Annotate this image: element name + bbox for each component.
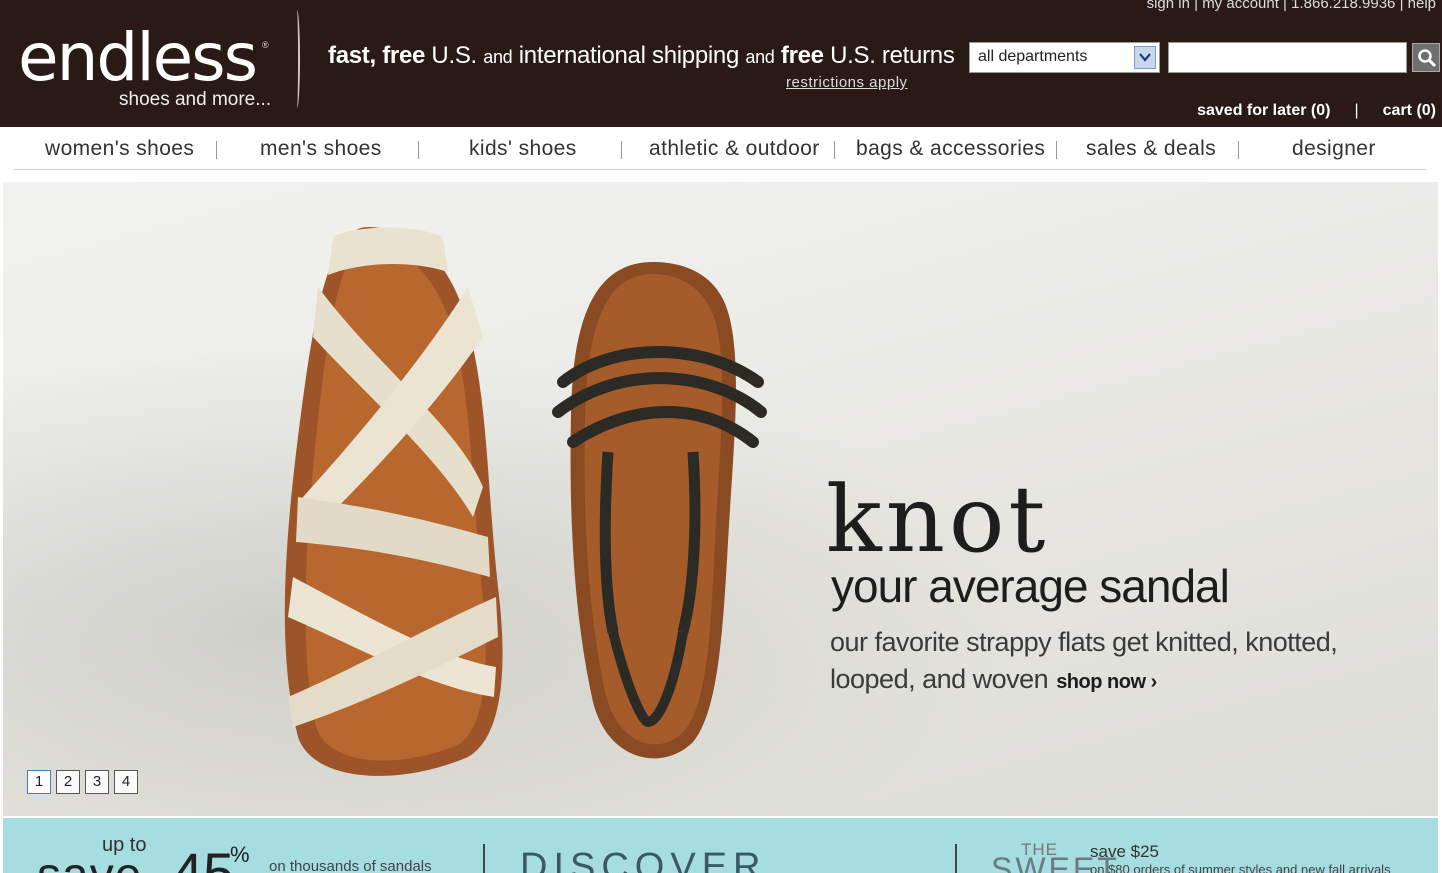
endless-logo[interactable]: endless ® shoes and more...: [18, 22, 278, 112]
util-separator: |: [1189, 0, 1203, 12]
shop-now-link[interactable]: shop now ›: [1056, 671, 1157, 693]
nav-mens-shoes[interactable]: men's shoes: [260, 137, 382, 161]
logo-divider: [294, 10, 300, 108]
pager-button-1[interactable]: 1: [27, 770, 51, 794]
shipping-promo: fast, free U.S. and international shippi…: [328, 42, 955, 70]
nav-separator: [418, 141, 419, 159]
promo-us: U.S.: [425, 42, 484, 69]
promo-save: save: [37, 848, 142, 873]
util-separator: |: [1395, 0, 1408, 12]
nav-kids-shoes[interactable]: kids' shoes: [469, 137, 577, 161]
nav-separator: [621, 141, 622, 159]
account-links: saved for later (0) | cart (0): [1197, 102, 1436, 120]
logo-wordmark: endless: [18, 19, 258, 96]
sandal-image-cream: [284, 227, 503, 776]
promo-and-2: and: [745, 47, 775, 67]
nav-sales-deals[interactable]: sales & deals: [1086, 137, 1216, 161]
pager-button-3[interactable]: 3: [85, 770, 109, 794]
promo-free: free: [774, 42, 824, 69]
main-nav: women's shoes men's shoes kids' shoes at…: [14, 131, 1426, 170]
logo-registered-mark: ®: [262, 40, 269, 50]
phone-number: 1.866.218.9936: [1291, 0, 1396, 12]
chevron-down-icon[interactable]: [1134, 46, 1156, 69]
hero-title: knot: [826, 466, 1050, 573]
promo-divider: [955, 844, 957, 873]
my-account-link[interactable]: my account: [1202, 0, 1279, 12]
nav-athletic-outdoor[interactable]: athletic & outdoor: [649, 137, 820, 161]
search-button[interactable]: [1412, 43, 1440, 72]
promo-save-25: save $25: [1090, 842, 1159, 861]
nav-separator: [216, 141, 217, 159]
account-separator: |: [1354, 102, 1359, 119]
help-link[interactable]: help: [1408, 0, 1436, 12]
promo-and: and: [483, 47, 513, 67]
promo-international: international shipping: [512, 42, 746, 69]
nav-separator: [1056, 141, 1057, 159]
sign-in-link[interactable]: sign in: [1147, 0, 1190, 12]
nav-bags-accessories[interactable]: bags & accessories: [856, 137, 1045, 161]
nav-womens-shoes[interactable]: women's shoes: [45, 137, 194, 161]
pager-button-4[interactable]: 4: [114, 770, 138, 794]
util-separator: |: [1278, 0, 1292, 12]
promo-percent: 45: [172, 841, 235, 873]
nav-separator: [1238, 141, 1239, 159]
pager-button-2[interactable]: 2: [56, 770, 80, 794]
search-icon: [1418, 49, 1437, 68]
sandal-image-brown: [552, 262, 767, 759]
hero-body: our favorite strappy flats get knitted, …: [830, 624, 1370, 701]
logo-tagline: shoes and more...: [119, 89, 272, 110]
saved-for-later-link[interactable]: saved for later (0): [1197, 102, 1330, 119]
restrictions-link[interactable]: restrictions apply: [786, 74, 908, 91]
department-select-value: all departments: [978, 48, 1088, 65]
promo-sweet-desc: on $80 orders of summer styles and new f…: [1090, 862, 1391, 873]
promo-returns: U.S. returns: [823, 42, 955, 69]
hero-banner[interactable]: knot your average sandal our favorite st…: [3, 182, 1438, 816]
utility-links: sign in | my account | 1.866.218.9936 | …: [1147, 0, 1436, 12]
search-input[interactable]: [1168, 42, 1407, 73]
hero-subtitle: your average sandal: [831, 560, 1230, 612]
site-header: endless ® shoes and more... fast, free U…: [0, 0, 1442, 127]
cart-link[interactable]: cart (0): [1383, 102, 1436, 119]
promo-fast-free: fast, free: [328, 42, 426, 69]
promo-bar: up to save 45 % on thousands of sandals …: [3, 818, 1438, 873]
nav-separator: [834, 141, 835, 159]
promo-percent-sign: %: [230, 842, 250, 867]
promo-divider: [483, 844, 485, 873]
promo-sandals-desc: on thousands of sandals: [269, 858, 432, 873]
promo-discover[interactable]: DISCOVER: [520, 846, 766, 873]
department-select[interactable]: all departments: [969, 42, 1160, 73]
nav-designer[interactable]: designer: [1292, 137, 1376, 161]
